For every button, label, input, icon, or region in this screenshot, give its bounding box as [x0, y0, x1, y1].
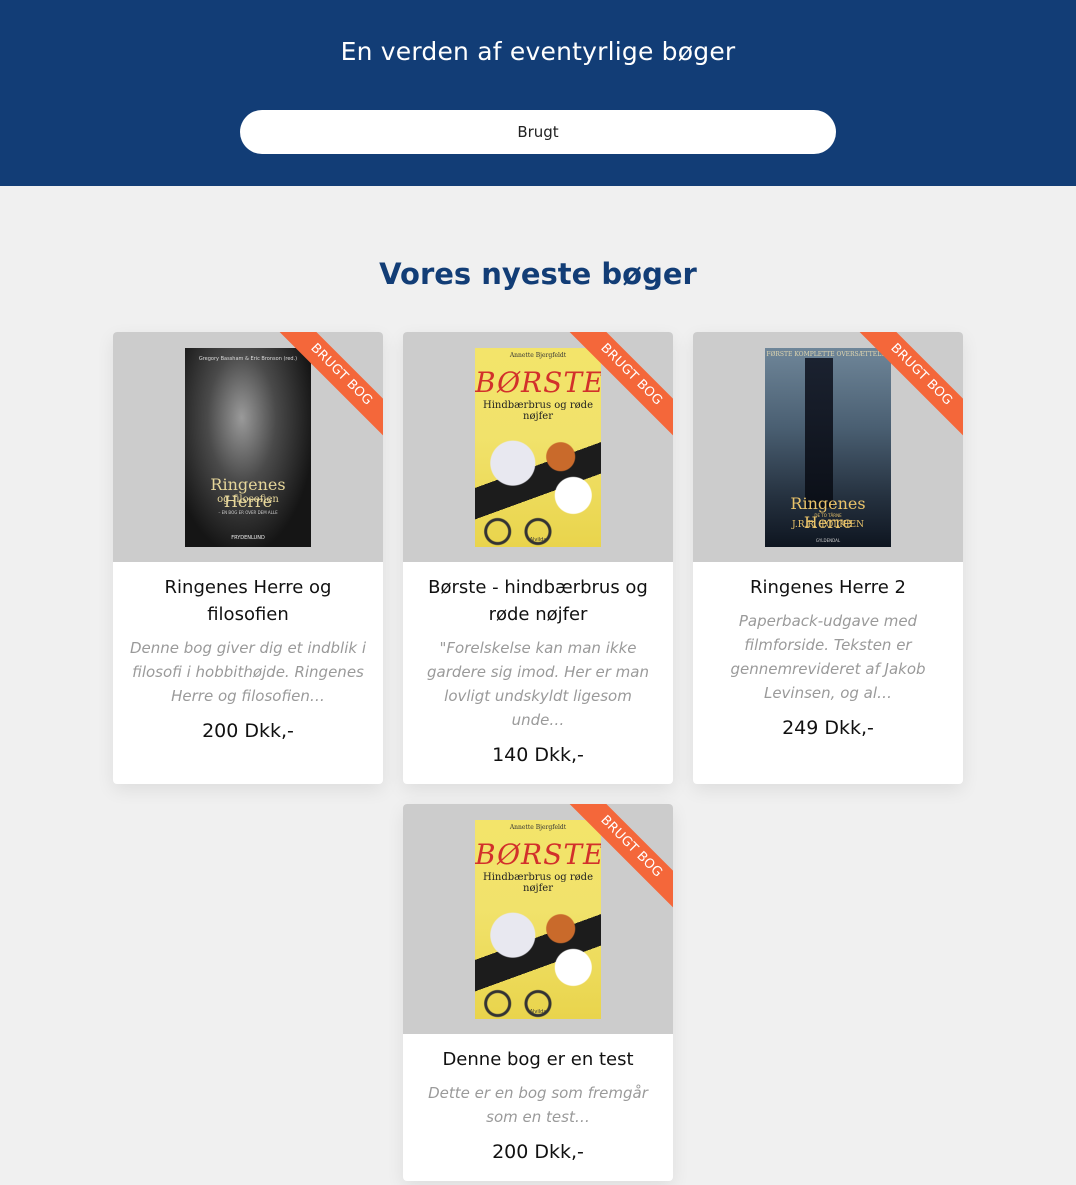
section-title: Vores nyeste bøger	[379, 257, 697, 291]
book-cover-image: FØRSTE KOMPLETTE OVERSÆTTELSE Ringenes H…	[765, 347, 891, 547]
book-description: Paperback-udgave med filmforside. Tekste…	[730, 612, 926, 702]
cover-author: J.R.R. TOLKIEN	[792, 519, 864, 530]
cover-illustration	[475, 417, 601, 547]
book-card[interactable]: Annette Bjergfeldt BØRSTE Hindbærbrus og…	[403, 804, 673, 1181]
book-image-area: Annette Bjergfeldt BØRSTE Hindbærbrus og…	[403, 804, 673, 1034]
cover-author: Annette Bjergfeldt	[509, 351, 567, 359]
cover-publisher: GYLDENDAL	[815, 537, 841, 543]
cover-title: BØRSTE	[475, 365, 601, 399]
cover-publisher: Alvilda	[529, 536, 547, 543]
book-card-body: Denne bog er en test Dette er en bog som…	[403, 1034, 673, 1181]
book-image-area: Annette Bjergfeldt BØRSTE Hindbærbrus og…	[403, 332, 673, 562]
book-grid: Gregory Bassham & Eric Bronson (red.) Ri…	[113, 332, 963, 1181]
book-price: 249 Dkk,-	[782, 717, 874, 739]
book-price: 140 Dkk,-	[492, 744, 584, 766]
book-cover-image: Annette Bjergfeldt BØRSTE Hindbærbrus og…	[475, 819, 601, 1019]
hero-title: En verden af eventyrlige bøger	[340, 37, 736, 66]
cover-subtitle: og filosofien	[217, 493, 279, 505]
search-input[interactable]	[240, 110, 836, 154]
book-card[interactable]: Gregory Bassham & Eric Bronson (red.) Ri…	[113, 332, 383, 784]
book-card-body: Ringenes Herre og filosofien Denne bog g…	[113, 562, 383, 760]
book-card-body: Ringenes Herre 2 Paperback-udgave med fi…	[693, 562, 963, 757]
cover-subtitle: DE TO TÅRNE	[814, 512, 842, 518]
book-title[interactable]: Ringenes Herre og filosofien	[127, 574, 369, 628]
cover-title: BØRSTE	[475, 837, 601, 871]
book-price: 200 Dkk,-	[492, 1141, 584, 1163]
cover-edition: FØRSTE KOMPLETTE OVERSÆTTELSE	[766, 350, 890, 358]
cover-publisher: Alvilda	[529, 1008, 547, 1015]
book-card[interactable]: Annette Bjergfeldt BØRSTE Hindbærbrus og…	[403, 332, 673, 784]
cover-author: Annette Bjergfeldt	[509, 823, 567, 831]
book-image-area: Gregory Bassham & Eric Bronson (red.) Ri…	[113, 332, 383, 562]
book-price: 200 Dkk,-	[202, 720, 294, 742]
book-title[interactable]: Ringenes Herre 2	[707, 574, 949, 601]
hero-header: En verden af eventyrlige bøger	[0, 0, 1076, 186]
cover-publisher: FRYDENLUND	[231, 534, 265, 541]
book-description: "Forelskelse kan man ikke gardere sig im…	[427, 639, 649, 729]
cover-illustration	[475, 889, 601, 1019]
book-description: Denne bog giver dig et indblik i filosof…	[129, 639, 367, 705]
book-cover-image: Annette Bjergfeldt BØRSTE Hindbærbrus og…	[475, 347, 601, 547]
book-title[interactable]: Denne bog er en test	[417, 1046, 659, 1073]
cover-editors: Gregory Bassham & Eric Bronson (red.)	[198, 355, 298, 362]
book-cover-image: Gregory Bassham & Eric Bronson (red.) Ri…	[185, 347, 311, 547]
book-card-body: Børste - hindbærbrus og røde nøjfer "For…	[403, 562, 673, 784]
book-title[interactable]: Børste - hindbærbrus og røde nøjfer	[417, 574, 659, 628]
book-card[interactable]: FØRSTE KOMPLETTE OVERSÆTTELSE Ringenes H…	[693, 332, 963, 784]
book-image-area: FØRSTE KOMPLETTE OVERSÆTTELSE Ringenes H…	[693, 332, 963, 562]
cover-tower-art	[805, 357, 833, 508]
cover-tagline: – EN BOG ER OVER DEM ALLE	[218, 509, 278, 515]
book-description: Dette er en bog som fremgår som en test…	[428, 1084, 648, 1126]
